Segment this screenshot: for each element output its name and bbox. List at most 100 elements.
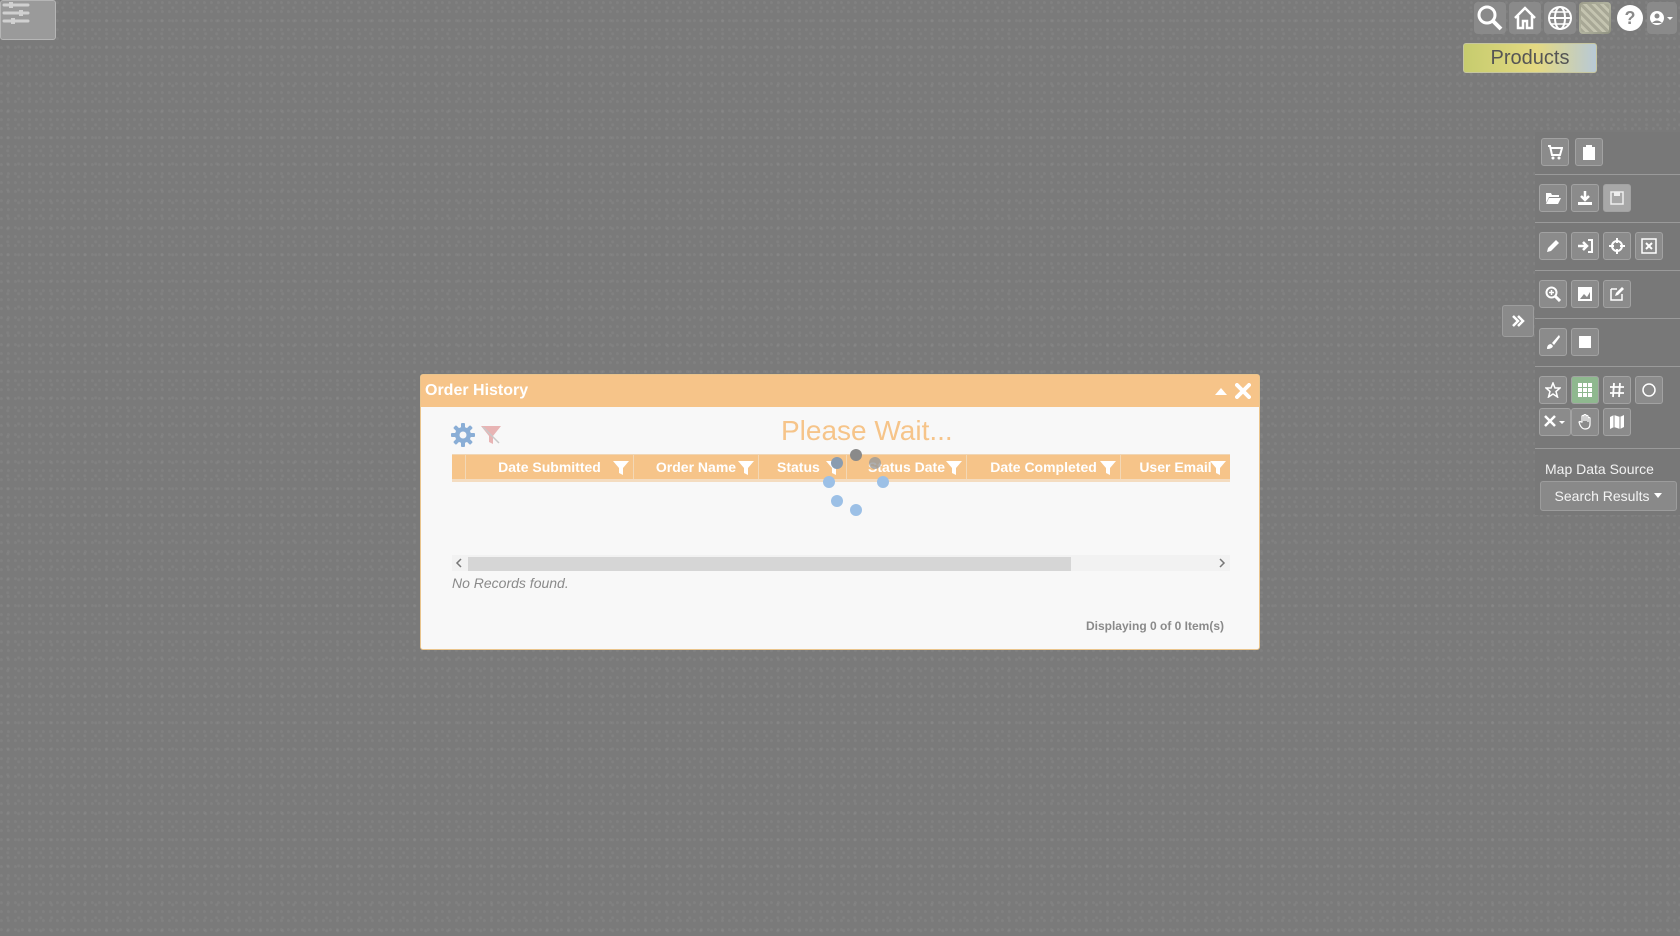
help-button[interactable]: ? — [1614, 2, 1646, 34]
hand-icon — [1578, 414, 1591, 430]
clear-button[interactable] — [1635, 232, 1663, 260]
save-button[interactable] — [1603, 184, 1631, 212]
hash-grid-button[interactable] — [1603, 376, 1631, 404]
favorite-button[interactable] — [1539, 376, 1567, 404]
help-icon: ? — [1617, 5, 1643, 31]
tool-row-cart — [1535, 132, 1680, 175]
map-button[interactable] — [1603, 408, 1631, 436]
grid-row-selector-header — [452, 455, 466, 479]
collapse-dialog-button[interactable] — [1213, 383, 1229, 399]
collapse-panel-button[interactable] — [1502, 305, 1534, 337]
folder-open-icon — [1546, 193, 1561, 204]
filter-icon[interactable] — [738, 460, 754, 476]
tool-row-map — [1535, 368, 1680, 449]
edit-icon — [1610, 287, 1624, 301]
map-data-source-label: Map Data Source — [1545, 461, 1654, 477]
column-header-label: Date Submitted — [498, 459, 601, 475]
dialog-title: Order History — [425, 382, 529, 399]
column-header-date-completed[interactable]: Date Completed — [967, 455, 1121, 479]
double-chevron-right-icon — [1512, 315, 1525, 327]
horizontal-scrollbar[interactable] — [452, 555, 1230, 571]
tool-panel — [1535, 132, 1680, 515]
empty-message: No Records found. — [452, 575, 569, 591]
column-header-label: User Email — [1139, 459, 1212, 475]
tool-row-zoom — [1535, 272, 1680, 319]
order-history-dialog: Order History Please Wait... Date Submit… — [420, 374, 1260, 650]
hashtag-icon — [1610, 382, 1624, 398]
download-button[interactable] — [1571, 184, 1599, 212]
basemap-thumbnail-icon — [1581, 4, 1609, 32]
tool-row-paint — [1535, 320, 1680, 367]
column-header-date-submitted[interactable]: Date Submitted — [466, 455, 634, 479]
products-button[interactable]: Products — [1463, 43, 1597, 73]
filter-icon[interactable] — [1100, 460, 1116, 476]
close-dialog-button[interactable] — [1233, 381, 1253, 401]
download-icon — [1578, 191, 1592, 205]
globe-icon — [1548, 6, 1572, 30]
map-data-source-dropdown[interactable]: Search Results — [1540, 481, 1677, 511]
gear-icon — [451, 423, 475, 447]
cart-button[interactable] — [1541, 138, 1569, 166]
search-button[interactable] — [1474, 2, 1506, 34]
crosshair-icon — [1609, 238, 1625, 254]
clear-filter-button[interactable] — [479, 423, 503, 452]
image-icon — [1578, 287, 1592, 301]
chevron-right-icon[interactable] — [1218, 558, 1226, 568]
caret-down-icon — [1654, 493, 1663, 498]
sign-in-button[interactable] — [1571, 232, 1599, 260]
user-icon — [1650, 11, 1673, 25]
floppy-icon — [1610, 191, 1624, 205]
circle-button[interactable] — [1635, 376, 1663, 404]
stop-button[interactable] — [1571, 328, 1599, 356]
grid-settings-button[interactable] — [451, 423, 475, 452]
globe-button[interactable] — [1544, 2, 1576, 34]
tool-row-file — [1535, 176, 1680, 223]
scrollbar-thumb[interactable] — [468, 557, 1071, 571]
cart-icon — [1548, 145, 1563, 160]
filter-clear-icon — [481, 426, 501, 444]
edit-button[interactable] — [1603, 280, 1631, 308]
square-icon — [1579, 336, 1591, 348]
svg-text:?: ? — [1625, 8, 1636, 28]
filter-icon[interactable] — [613, 460, 629, 476]
grid-icon — [1578, 383, 1592, 397]
pencil-icon — [1547, 240, 1559, 252]
pager-info: Displaying 0 of 0 Item(s) — [1085, 619, 1224, 633]
filter-icon[interactable] — [946, 460, 962, 476]
home-button[interactable] — [1509, 2, 1541, 34]
close-icon — [1235, 383, 1251, 399]
zoom-in-button[interactable] — [1539, 280, 1567, 308]
map-data-source-value: Search Results — [1554, 488, 1650, 504]
pan-button[interactable] — [1571, 408, 1599, 436]
draw-button[interactable] — [1539, 232, 1567, 260]
close-box-icon — [1641, 238, 1657, 254]
star-icon — [1545, 382, 1561, 398]
column-header-label: Date Completed — [990, 459, 1097, 475]
transform-dropdown-button[interactable] — [1539, 408, 1571, 436]
image-button[interactable] — [1571, 280, 1599, 308]
grid-button[interactable] — [1571, 376, 1599, 404]
loading-text: Please Wait... — [781, 415, 953, 446]
chevron-left-icon[interactable] — [455, 558, 463, 568]
toggle-menu-button[interactable] — [0, 0, 56, 40]
open-folder-button[interactable] — [1539, 184, 1567, 212]
user-menu-button[interactable] — [1647, 2, 1677, 34]
home-icon — [1514, 6, 1536, 30]
map-icon — [1610, 415, 1624, 429]
column-header-label: Order Name — [655, 459, 737, 475]
crosshair-button[interactable] — [1603, 232, 1631, 260]
column-header-order-name[interactable]: Order Name — [634, 455, 759, 479]
basemap-button[interactable] — [1579, 2, 1611, 34]
paint-brush-icon — [1547, 335, 1560, 349]
filter-icon[interactable] — [1210, 460, 1226, 476]
column-header-user-email[interactable]: User Email — [1121, 455, 1230, 479]
sliders-icon — [2, 2, 30, 24]
paint-brush-button[interactable] — [1539, 328, 1567, 356]
loading-spinner-icon — [823, 449, 889, 516]
dialog-header[interactable]: Order History — [421, 375, 1259, 407]
search-icon — [1477, 5, 1503, 31]
move-dropdown-icon — [1544, 415, 1565, 427]
caret-up-icon — [1215, 388, 1227, 395]
circle-icon — [1642, 383, 1656, 397]
clipboard-button[interactable] — [1575, 138, 1603, 166]
